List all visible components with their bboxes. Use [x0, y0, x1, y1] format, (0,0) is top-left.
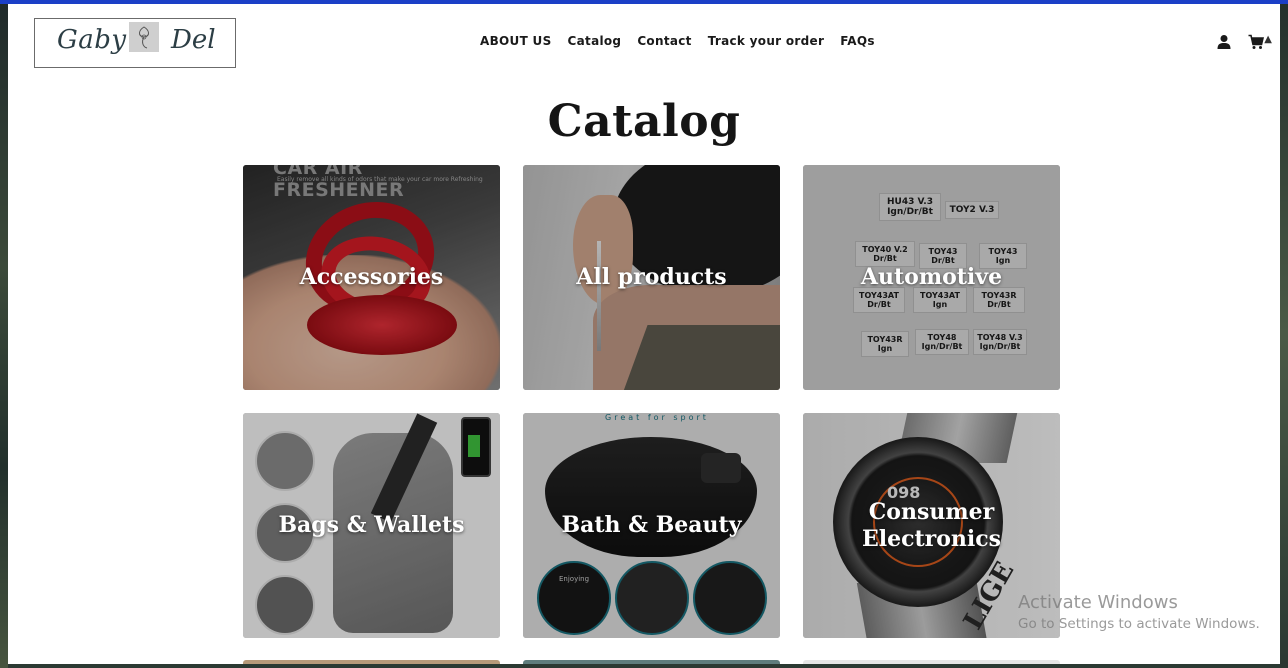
nav-contact[interactable]: Contact: [637, 34, 691, 48]
collection-tile-peek[interactable]: [523, 660, 780, 664]
collection-bags-wallets[interactable]: Bags & Wallets: [243, 413, 500, 638]
collection-bath-beauty[interactable]: Great for sport Enjoying Bath & Beauty: [523, 413, 780, 638]
collection-tile-peek[interactable]: [803, 660, 1060, 664]
collection-all-products[interactable]: All products: [523, 165, 780, 390]
windows-activation-title: Activate Windows: [1018, 592, 1178, 613]
desktop-edge-right: [1280, 0, 1288, 668]
cart-icon[interactable]: [1248, 34, 1265, 50]
collection-label: Accessories: [299, 264, 444, 290]
collection-accessories[interactable]: CAR AIR FRESHENER Easily remove all kind…: [243, 165, 500, 390]
nav-catalog[interactable]: Catalog: [568, 34, 622, 48]
main-nav: ABOUT US Catalog Contact Track your orde…: [480, 34, 875, 48]
nav-faqs[interactable]: FAQs: [840, 34, 875, 48]
collection-automotive[interactable]: HU43 V.3 Ign/Dr/Bt TOY2 V.3 TOY40 V.2 Dr…: [803, 165, 1060, 390]
collection-label: Bags & Wallets: [278, 512, 465, 538]
logo-flower-mark: [129, 22, 159, 52]
nav-about-us[interactable]: ABOUT US: [480, 34, 552, 48]
logo-text-right: Del: [171, 25, 216, 55]
collection-label: Automotive: [860, 264, 1003, 290]
store-logo[interactable]: Gaby Del: [34, 18, 236, 68]
header-icons: [1216, 34, 1265, 50]
store-page: Gaby Del ABOUT US Catalog Contact Track …: [8, 4, 1280, 664]
scroll-up-arrow-icon[interactable]: ▲: [1264, 34, 1272, 45]
desktop-edge-left: [0, 0, 8, 668]
collection-label: All products: [576, 264, 727, 290]
nav-track-order[interactable]: Track your order: [708, 34, 824, 48]
logo-text-left: Gaby: [57, 25, 127, 55]
user-icon[interactable]: [1216, 34, 1232, 50]
page-title: Catalog: [547, 96, 741, 147]
collection-tile-peek[interactable]: [243, 660, 500, 664]
collection-label: Bath & Beauty: [561, 512, 742, 538]
windows-activation-subtitle: Go to Settings to activate Windows.: [1018, 616, 1260, 632]
